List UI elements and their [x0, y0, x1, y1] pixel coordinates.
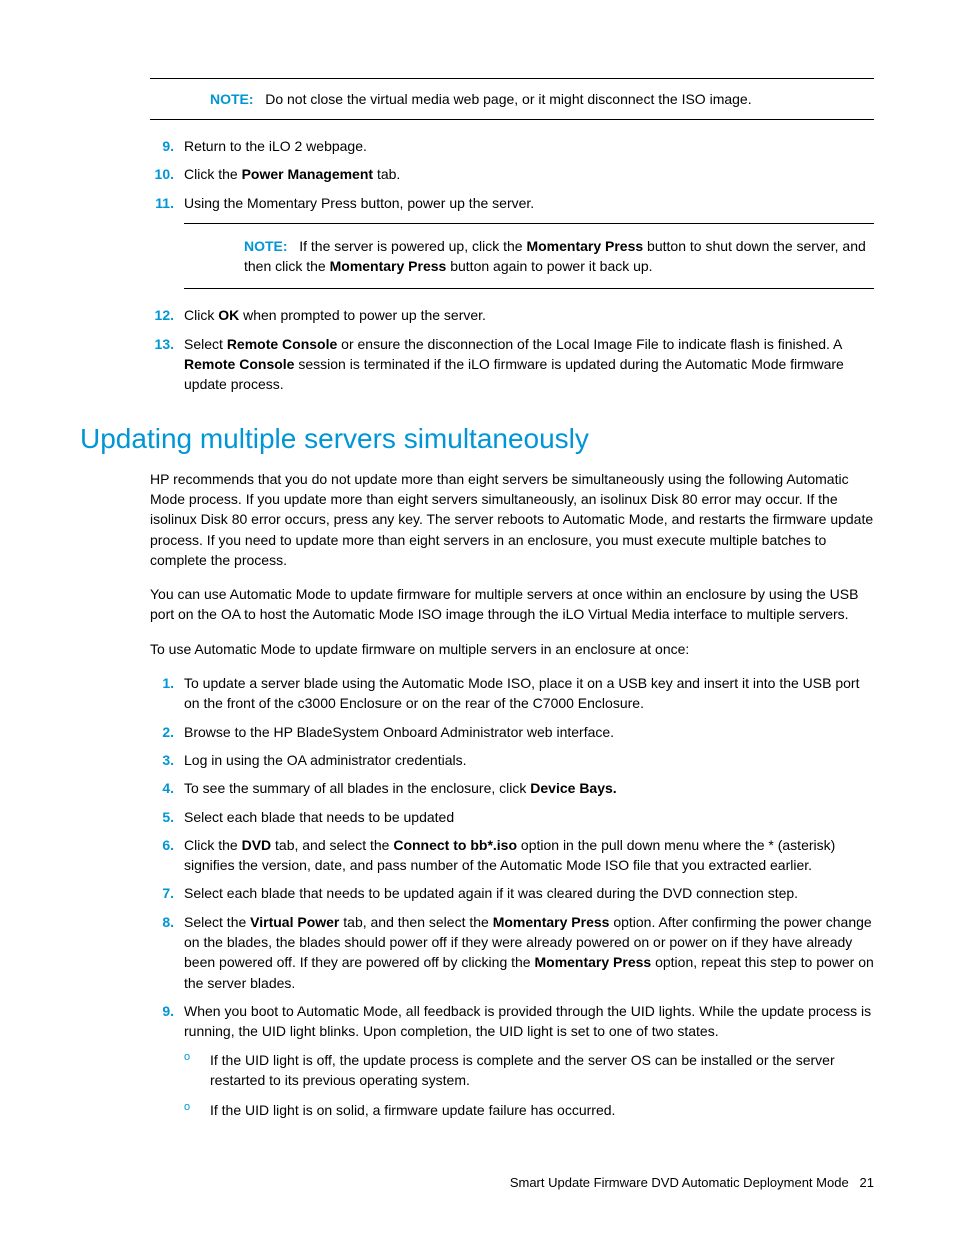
- step-text: Select Remote Console or ensure the disc…: [184, 336, 844, 393]
- step-c8: 8. Select the Virtual Power tab, and the…: [150, 912, 874, 993]
- bold-text: OK: [218, 307, 239, 323]
- step-text: Click the Power Management tab.: [184, 166, 400, 182]
- paragraph-3: To use Automatic Mode to update firmware…: [150, 639, 874, 659]
- step-number: 10.: [150, 164, 174, 184]
- step-c3: 3. Log in using the OA administrator cre…: [150, 750, 874, 770]
- text: Select the: [184, 914, 250, 930]
- step-13: 13. Select Remote Console or ensure the …: [150, 334, 874, 395]
- section-heading: Updating multiple servers simultaneously: [80, 423, 874, 455]
- step-text: Return to the iLO 2 webpage.: [184, 138, 367, 154]
- bold-text: DVD: [242, 837, 272, 853]
- text: Select: [184, 336, 227, 352]
- step-number: 7.: [150, 883, 174, 903]
- bold-text: Power Management: [242, 166, 373, 182]
- bold-text: Momentary Press: [493, 914, 610, 930]
- paragraph-1: HP recommends that you do not update mor…: [150, 469, 874, 570]
- sublist-item-a: o If the UID light is off, the update pr…: [184, 1050, 874, 1091]
- step-number: 9.: [150, 136, 174, 156]
- bold-text: Device Bays.: [530, 780, 616, 796]
- text: button again to power it back up.: [446, 258, 652, 274]
- step-number: 6.: [150, 835, 174, 855]
- sublist: o If the UID light is off, the update pr…: [184, 1050, 874, 1121]
- step-text: Click the DVD tab, and select the Connec…: [184, 837, 835, 873]
- step-text: Select each blade that needs to be updat…: [184, 885, 798, 901]
- bold-text: Momentary Press: [526, 238, 643, 254]
- step-c9: 9. When you boot to Automatic Mode, all …: [150, 1001, 874, 1120]
- text: tab, and then select the: [339, 914, 492, 930]
- text: Click: [184, 307, 218, 323]
- bold-text: Remote Console: [184, 356, 294, 372]
- text: If the server is powered up, click the: [299, 238, 526, 254]
- step-text: Log in using the OA administrator creden…: [184, 752, 467, 768]
- step-number: 4.: [150, 778, 174, 798]
- sublist-item-b: o If the UID light is on solid, a firmwa…: [184, 1100, 874, 1120]
- step-c5: 5. Select each blade that needs to be up…: [150, 807, 874, 827]
- note-label: NOTE:: [210, 91, 254, 107]
- bold-text: Momentary Press: [330, 258, 447, 274]
- step-number: 1.: [150, 673, 174, 693]
- text: tab, and select the: [271, 837, 393, 853]
- step-text: When you boot to Automatic Mode, all fee…: [184, 1003, 871, 1039]
- step-11: 11. Using the Momentary Press button, po…: [150, 193, 874, 290]
- page-footer: Smart Update Firmware DVD Automatic Depl…: [510, 1175, 874, 1190]
- paragraph-2: You can use Automatic Mode to update fir…: [150, 584, 874, 625]
- step-number: 3.: [150, 750, 174, 770]
- text: To see the summary of all blades in the …: [184, 780, 530, 796]
- bullet-icon: o: [184, 1100, 190, 1116]
- text: Click the: [184, 166, 242, 182]
- step-text: Click OK when prompted to power up the s…: [184, 307, 486, 323]
- step-number: 9.: [150, 1001, 174, 1021]
- footer-title: Smart Update Firmware DVD Automatic Depl…: [510, 1175, 849, 1190]
- step-c1: 1. To update a server blade using the Au…: [150, 673, 874, 714]
- text: tab.: [373, 166, 400, 182]
- step-text: Browse to the HP BladeSystem Onboard Adm…: [184, 724, 614, 740]
- step-number: 2.: [150, 722, 174, 742]
- content-area: NOTE: Do not close the virtual media web…: [150, 78, 874, 1120]
- bold-text: Connect to bb*.iso: [393, 837, 517, 853]
- note-box-2: NOTE: If the server is powered up, click…: [184, 223, 874, 290]
- document-page: NOTE: Do not close the virtual media web…: [0, 0, 954, 1235]
- page-number: 21: [860, 1175, 874, 1190]
- steps-list-c: 1. To update a server blade using the Au…: [150, 673, 874, 1120]
- text: when prompted to power up the server.: [239, 307, 486, 323]
- step-c7: 7. Select each blade that needs to be up…: [150, 883, 874, 903]
- sublist-text: If the UID light is off, the update proc…: [210, 1052, 835, 1088]
- step-number: 5.: [150, 807, 174, 827]
- note-text: Do not close the virtual media web page,…: [265, 91, 751, 107]
- step-c2: 2. Browse to the HP BladeSystem Onboard …: [150, 722, 874, 742]
- sublist-text: If the UID light is on solid, a firmware…: [210, 1102, 615, 1118]
- text: or ensure the disconnection of the Local…: [337, 336, 841, 352]
- text: Click the: [184, 837, 242, 853]
- step-text: Select the Virtual Power tab, and then s…: [184, 914, 874, 991]
- step-9: 9. Return to the iLO 2 webpage.: [150, 136, 874, 156]
- bold-text: Remote Console: [227, 336, 337, 352]
- step-text: To see the summary of all blades in the …: [184, 780, 617, 796]
- step-number: 13.: [150, 334, 174, 354]
- step-12: 12. Click OK when prompted to power up t…: [150, 305, 874, 325]
- step-text: Select each blade that needs to be updat…: [184, 809, 454, 825]
- bold-text: Momentary Press: [534, 954, 651, 970]
- steps-list-a: 9. Return to the iLO 2 webpage. 10. Clic…: [150, 136, 874, 395]
- step-c6: 6. Click the DVD tab, and select the Con…: [150, 835, 874, 876]
- bold-text: Virtual Power: [250, 914, 339, 930]
- step-c4: 4. To see the summary of all blades in t…: [150, 778, 874, 798]
- note-box-1: NOTE: Do not close the virtual media web…: [150, 78, 874, 120]
- step-number: 12.: [150, 305, 174, 325]
- note-text: If the server is powered up, click the M…: [244, 238, 866, 274]
- bullet-icon: o: [184, 1050, 190, 1066]
- note-label: NOTE:: [244, 238, 288, 254]
- step-number: 11.: [150, 193, 174, 213]
- step-text: To update a server blade using the Autom…: [184, 675, 860, 711]
- step-10: 10. Click the Power Management tab.: [150, 164, 874, 184]
- step-number: 8.: [150, 912, 174, 932]
- step-text: Using the Momentary Press button, power …: [184, 195, 534, 211]
